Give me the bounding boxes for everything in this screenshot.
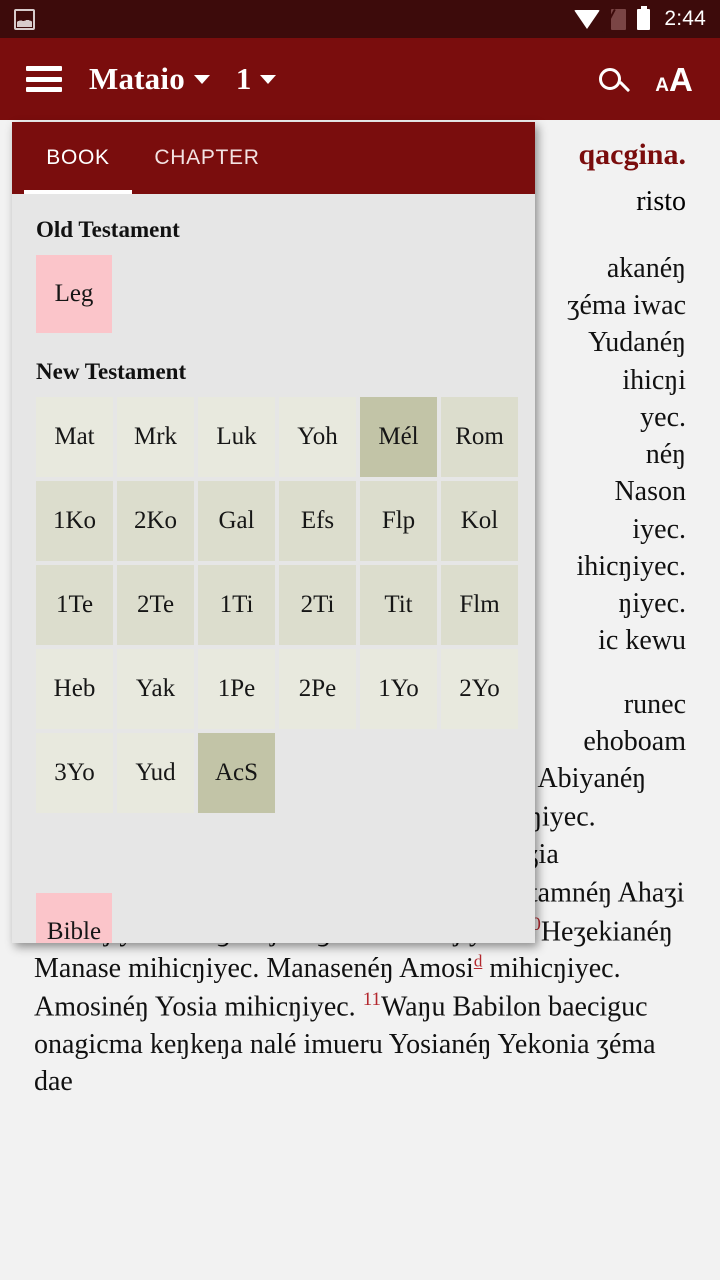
book-tile-label: Gal xyxy=(218,507,255,534)
book-tile-1ko[interactable]: 1Ko xyxy=(36,481,113,561)
book-tile-label: 2Ti xyxy=(300,591,335,618)
book-tile-acs[interactable]: AcS xyxy=(198,733,275,813)
book-tile-2te[interactable]: 2Te xyxy=(117,565,194,645)
tab-book-label: BOOK xyxy=(46,146,110,169)
book-tile-rom[interactable]: Rom xyxy=(441,397,518,477)
book-tile-label: Flp xyxy=(381,507,416,534)
book-tile-label: 2Yo xyxy=(459,675,500,702)
book-tile-tit[interactable]: Tit xyxy=(360,565,437,645)
status-bar-right: 2:44 xyxy=(574,5,706,31)
book-tile-flm[interactable]: Flm xyxy=(441,565,518,645)
book-tile-yak[interactable]: Yak xyxy=(117,649,194,729)
picker-body: Old Testament Leg New Testament Mat Mrk … xyxy=(12,194,535,943)
wifi-icon xyxy=(574,9,601,29)
book-tile-label: Kol xyxy=(460,507,499,534)
book-tile-label: Yak xyxy=(135,675,176,702)
book-tile-yoh[interactable]: Yoh xyxy=(279,397,356,477)
book-tile-leg[interactable]: Leg xyxy=(36,255,112,333)
book-tile-flp[interactable]: Flp xyxy=(360,481,437,561)
book-tile-gal[interactable]: Gal xyxy=(198,481,275,561)
tab-chapter-label: CHAPTER xyxy=(154,146,260,169)
book-tile-label: 3Yo xyxy=(54,759,95,786)
hamburger-menu-icon[interactable] xyxy=(26,66,62,92)
toolbar-book-title: Mataio xyxy=(89,61,185,96)
verse-number-11: 11 xyxy=(362,989,381,1011)
text-size-button[interactable]: AA xyxy=(650,55,698,103)
bible-button-label: Bible xyxy=(46,918,102,943)
book-tile-heb[interactable]: Heb xyxy=(36,649,113,729)
book-tile-label: 1Ko xyxy=(52,507,97,534)
book-tile-label: Efs xyxy=(300,507,335,534)
battery-icon xyxy=(637,5,651,30)
book-tile-label: 2Ko xyxy=(133,507,178,534)
app-root: 2:44 Mataio 1 AA qacgina. risto akanéŋ ʒ… xyxy=(0,0,720,1280)
book-tile-2pe[interactable]: 2Pe xyxy=(279,649,356,729)
book-tile-1ti[interactable]: 1Ti xyxy=(198,565,275,645)
tab-chapter[interactable]: CHAPTER xyxy=(132,122,282,194)
book-tile-yud[interactable]: Yud xyxy=(117,733,194,813)
book-tile-label: Flm xyxy=(459,591,500,618)
book-tile-label: Heb xyxy=(53,675,96,702)
text-size-icon: AA xyxy=(655,60,693,98)
chevron-down-icon xyxy=(260,74,277,84)
book-tile-kol[interactable]: Kol xyxy=(441,481,518,561)
picker-tab-bar: BOOK CHAPTER xyxy=(12,122,535,194)
book-tile-label: 1Ti xyxy=(219,591,254,618)
tab-book[interactable]: BOOK xyxy=(24,122,132,194)
book-tile-1yo[interactable]: 1Yo xyxy=(360,649,437,729)
book-tile-label: 1Te xyxy=(55,591,94,618)
book-tile-2ti[interactable]: 2Ti xyxy=(279,565,356,645)
chevron-down-icon xyxy=(193,74,210,84)
chapter-selector[interactable]: 1 xyxy=(236,61,277,97)
book-tile-label: 2Pe xyxy=(298,675,337,702)
search-button[interactable] xyxy=(586,55,634,103)
book-tile-efs[interactable]: Efs xyxy=(279,481,356,561)
book-tile-label: Tit xyxy=(384,591,413,618)
book-tile-label: Rom xyxy=(455,423,504,450)
app-toolbar: Mataio 1 AA xyxy=(0,38,720,120)
status-bar-clock: 2:44 xyxy=(664,7,706,30)
bible-button-wrapper: Bible xyxy=(36,893,511,943)
book-tile-2ko[interactable]: 2Ko xyxy=(117,481,194,561)
book-tile-label: Leg xyxy=(54,280,94,307)
book-tile-label: Mat xyxy=(54,423,95,450)
book-tile-luk[interactable]: Luk xyxy=(198,397,275,477)
section-heading-old-testament: Old Testament xyxy=(36,217,180,242)
toolbar-chapter-number: 1 xyxy=(235,61,252,96)
new-testament-book-grid: Mat Mrk Luk Yoh Mél Rom 1Ko 2Ko Gal Efs … xyxy=(36,397,522,817)
book-chapter-picker-panel: BOOK CHAPTER Old Testament Leg New Testa… xyxy=(12,122,535,943)
book-tile-label: Yud xyxy=(135,759,176,786)
book-tile-label: AcS xyxy=(214,759,259,786)
book-tile-2yo[interactable]: 2Yo xyxy=(441,649,518,729)
book-tile-label: 2Te xyxy=(136,591,175,618)
status-bar: 2:44 xyxy=(0,0,720,38)
book-tile-mat[interactable]: Mat xyxy=(36,397,113,477)
no-sim-icon xyxy=(611,8,627,30)
book-tile-label: 1Pe xyxy=(217,675,256,702)
status-bar-left xyxy=(14,8,574,30)
book-tile-mrk[interactable]: Mrk xyxy=(117,397,194,477)
section-heading-new-testament: New Testament xyxy=(36,359,187,384)
book-selector[interactable]: Mataio xyxy=(62,61,210,97)
book-tile-label: Mél xyxy=(378,423,419,450)
search-icon xyxy=(599,68,621,90)
bible-button[interactable]: Bible xyxy=(36,893,112,943)
book-tile-mel[interactable]: Mél xyxy=(360,397,437,477)
old-testament-book-grid: Leg xyxy=(36,255,522,337)
book-tile-label: Luk xyxy=(216,423,257,450)
book-tile-1te[interactable]: 1Te xyxy=(36,565,113,645)
image-icon xyxy=(14,8,35,30)
book-tile-3yo[interactable]: 3Yo xyxy=(36,733,113,813)
book-tile-1pe[interactable]: 1Pe xyxy=(198,649,275,729)
book-tile-label: Mrk xyxy=(133,423,178,450)
book-tile-label: 1Yo xyxy=(378,675,419,702)
book-tile-label: Yoh xyxy=(297,423,338,450)
